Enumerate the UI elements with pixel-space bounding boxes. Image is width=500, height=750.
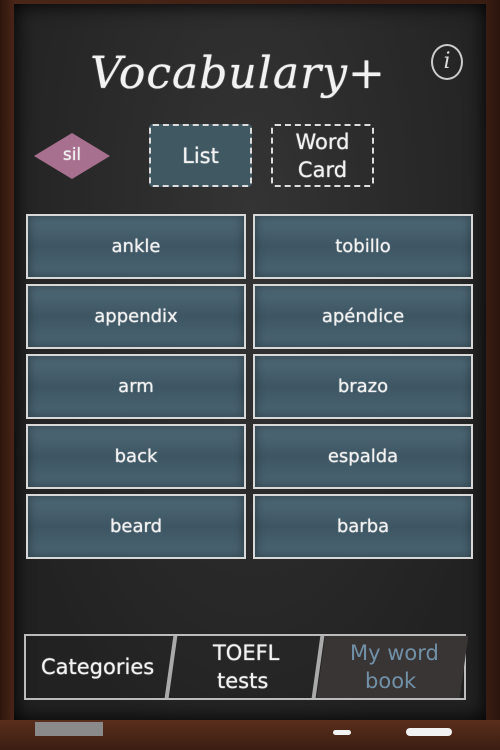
word-cell[interactable]: beard	[26, 494, 246, 559]
list-label: List	[182, 143, 219, 168]
tab-label: TOEFL	[213, 641, 281, 665]
chalk-piece-icon	[406, 728, 452, 736]
list-mode-button[interactable]: List	[149, 124, 252, 187]
info-icon[interactable]: i	[431, 44, 463, 80]
chalk-piece-icon	[333, 730, 351, 735]
word-cell[interactable]: ankle	[26, 214, 246, 279]
word-translation-cell[interactable]: tobillo	[253, 214, 473, 279]
tab-label: My word	[349, 641, 439, 665]
word-cell[interactable]: back	[26, 424, 246, 489]
tab-label: Categories	[41, 655, 155, 679]
language-badge[interactable]: sil	[34, 133, 110, 179]
bottom-tab-bar: Categories TOEFL tests My word book	[21, 634, 469, 700]
tab-label: tests	[217, 669, 269, 693]
tab-categories[interactable]: Categories	[21, 636, 178, 698]
word-translation-cell[interactable]: espalda	[253, 424, 473, 489]
word-translation-cell[interactable]: apéndice	[253, 284, 473, 349]
word-cell[interactable]: arm	[26, 354, 246, 419]
tab-my-word-book[interactable]: My word book	[316, 636, 469, 698]
card-label-2: Card	[297, 157, 348, 182]
word-translation-cell[interactable]: brazo	[253, 354, 473, 419]
language-badge-label: sil	[62, 145, 82, 165]
tab-toefl-tests[interactable]: TOEFL tests	[168, 636, 326, 698]
word-translation-cell[interactable]: barba	[253, 494, 473, 559]
card-label-1: Word	[295, 129, 350, 154]
word-cell[interactable]: appendix	[26, 284, 246, 349]
eraser-icon	[35, 722, 103, 736]
word-card-mode-button[interactable]: Word Card	[271, 124, 374, 187]
app-title: Vocabulary+	[90, 48, 386, 99]
tab-label: book	[364, 669, 416, 693]
